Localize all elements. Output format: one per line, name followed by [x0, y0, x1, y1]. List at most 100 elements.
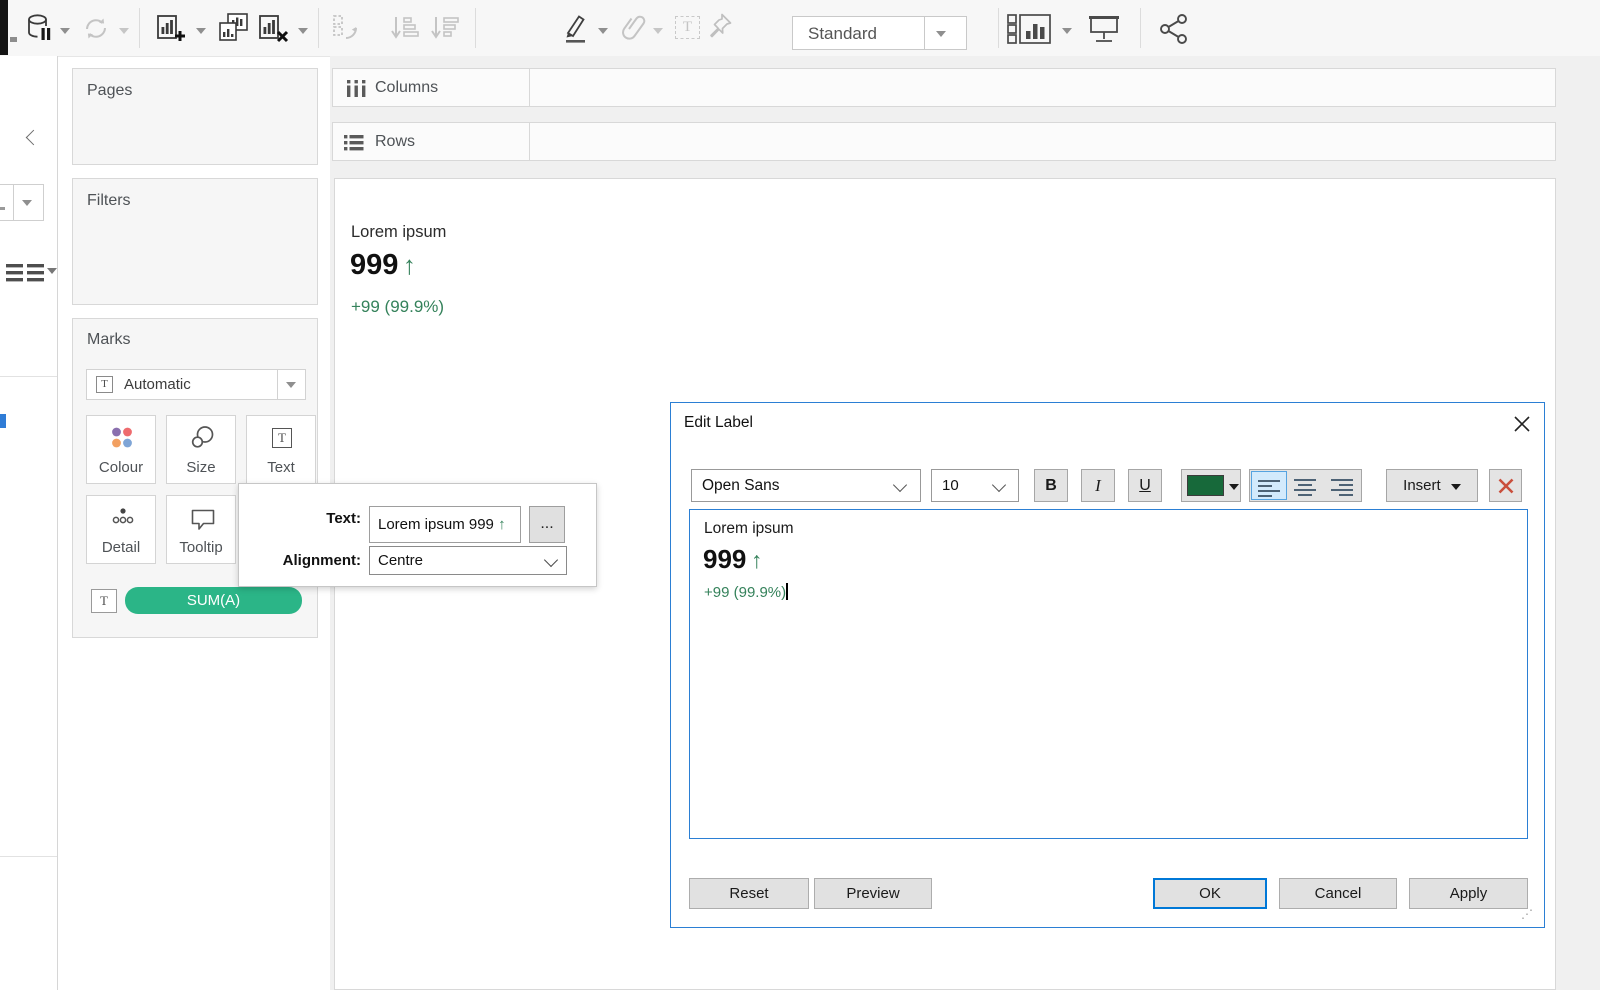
- align-left-button[interactable]: [1251, 471, 1287, 500]
- reset-button-label: Reset: [729, 885, 768, 902]
- close-icon[interactable]: [1511, 413, 1533, 435]
- text-field-input[interactable]: Lorem ipsum 999 ↑: [369, 506, 521, 543]
- fit-mode-select[interactable]: Standard: [792, 16, 967, 50]
- divider: [529, 69, 530, 106]
- tooltip-button-label: Tooltip: [167, 539, 235, 556]
- show-labels-caret[interactable]: [1062, 28, 1072, 34]
- duplicate-sheet-icon[interactable]: [216, 11, 250, 50]
- new-worksheet-icon[interactable]: [156, 14, 186, 49]
- ok-button[interactable]: OK: [1153, 878, 1267, 909]
- view-switch-icon[interactable]: [6, 262, 46, 289]
- font-family-chevron: [893, 478, 907, 492]
- text-mark-icon: T: [96, 376, 113, 393]
- reset-button[interactable]: Reset: [689, 878, 809, 909]
- font-color-caret: [1229, 484, 1239, 490]
- collapse-pane-icon[interactable]: [28, 132, 39, 143]
- toolbar-divider: [139, 8, 140, 48]
- filters-card[interactable]: Filters: [72, 178, 318, 305]
- datasource-select-fragment[interactable]: [0, 184, 44, 221]
- mark-type-caret[interactable]: [286, 382, 296, 388]
- rows-shelf[interactable]: Rows: [332, 122, 1556, 161]
- font-size-value: 10: [942, 477, 959, 494]
- resize-grip[interactable]: ⋰: [1521, 907, 1534, 921]
- columns-shelf[interactable]: Columns: [332, 68, 1556, 107]
- size-icon: [191, 425, 215, 454]
- datasource-icon[interactable]: [26, 13, 53, 48]
- alignment-select[interactable]: Centre: [369, 546, 567, 575]
- sheet-value-row: 999 ↑: [350, 249, 416, 282]
- toolbar-divider: [1140, 8, 1141, 48]
- rail-divider: [0, 376, 57, 377]
- datasource-select-caret[interactable]: [22, 200, 32, 206]
- label-text-editor[interactable]: Lorem ipsum 999 ↑ +99 (99.9%): [689, 509, 1528, 839]
- clear-sheet-icon[interactable]: [258, 14, 290, 49]
- datasource-dropdown-caret[interactable]: [60, 28, 70, 34]
- font-size-select[interactable]: 10: [931, 469, 1019, 502]
- text-button-label: Text: [247, 459, 315, 476]
- apply-button[interactable]: Apply: [1409, 878, 1528, 909]
- paperclip-caret: [653, 28, 663, 34]
- pane-border: [57, 56, 58, 990]
- highlight-caret[interactable]: [598, 28, 608, 34]
- sum-a-pill[interactable]: SUM(A): [125, 587, 302, 614]
- cancel-button[interactable]: Cancel: [1279, 878, 1397, 909]
- divider: [529, 123, 530, 160]
- marks-card: Marks T Automatic Colour: [72, 318, 318, 638]
- italic-button[interactable]: I: [1081, 469, 1115, 502]
- cancel-button-label: Cancel: [1315, 885, 1362, 902]
- insert-button-label: Insert: [1403, 477, 1441, 494]
- sheet-delta: +99 (99.9%): [351, 297, 444, 317]
- mark-type-select[interactable]: T Automatic: [86, 369, 306, 400]
- columns-icon: [346, 80, 368, 102]
- tooltip-button[interactable]: Tooltip: [166, 495, 236, 564]
- editor-line3: +99 (99.9%): [690, 575, 1527, 601]
- alignment-select-chevron: [544, 553, 558, 567]
- text-button[interactable]: T Text: [246, 415, 316, 484]
- colour-button-label: Colour: [87, 459, 155, 476]
- clear-format-button[interactable]: [1489, 469, 1522, 502]
- view-switch-caret[interactable]: [47, 268, 57, 274]
- show-labels-icon[interactable]: [1006, 13, 1056, 50]
- preview-button-label: Preview: [846, 885, 899, 902]
- fit-mode-value: Standard: [808, 24, 877, 44]
- pages-card[interactable]: Pages: [72, 68, 318, 165]
- text-field-label: Text:: [239, 510, 361, 527]
- bold-button[interactable]: B: [1034, 469, 1068, 502]
- size-button[interactable]: Size: [166, 415, 236, 484]
- refresh-dropdown-caret: [119, 28, 129, 34]
- new-worksheet-caret[interactable]: [196, 28, 206, 34]
- align-right-button[interactable]: [1325, 471, 1361, 500]
- align-center-button[interactable]: [1288, 471, 1324, 500]
- share-icon[interactable]: [1158, 13, 1192, 50]
- font-color-button[interactable]: [1181, 469, 1241, 502]
- rows-icon: [344, 134, 366, 156]
- detail-button[interactable]: Detail: [86, 495, 156, 564]
- presentation-icon[interactable]: [1086, 13, 1122, 50]
- text-more-button-label: ...: [540, 515, 553, 532]
- colour-icon: [110, 426, 134, 450]
- colour-button[interactable]: Colour: [86, 415, 156, 484]
- highlight-pen-icon[interactable]: [562, 12, 590, 49]
- divider: [277, 370, 278, 399]
- text-button-popup: Text: Lorem ipsum 999 ↑ ... Alignment: C…: [238, 483, 597, 587]
- align-left-icon: [1252, 472, 1286, 497]
- toolbar-divider: [475, 8, 476, 48]
- sheet-title: Lorem ipsum: [351, 223, 446, 242]
- tooltip-icon: [190, 508, 216, 537]
- text-field-arrow: ↑: [498, 516, 506, 533]
- text-cursor: [786, 583, 788, 600]
- insert-button[interactable]: Insert: [1386, 469, 1478, 502]
- sheet-value: 999: [350, 249, 398, 281]
- underline-button[interactable]: U: [1128, 469, 1162, 502]
- marks-card-label: Marks: [87, 331, 131, 349]
- preview-button[interactable]: Preview: [814, 878, 932, 909]
- fit-mode-caret[interactable]: [936, 31, 946, 37]
- cropped-text-fragment: [0, 207, 5, 210]
- editor-line2: 999 ↑: [690, 538, 1527, 575]
- sum-a-pill-label: SUM(A): [187, 592, 240, 609]
- text-more-button[interactable]: ...: [529, 506, 565, 543]
- textbox-icon: T: [675, 16, 700, 39]
- font-family-select[interactable]: Open Sans: [691, 469, 921, 502]
- clear-sheet-caret[interactable]: [298, 28, 308, 34]
- sort-descending-icon: [430, 14, 460, 47]
